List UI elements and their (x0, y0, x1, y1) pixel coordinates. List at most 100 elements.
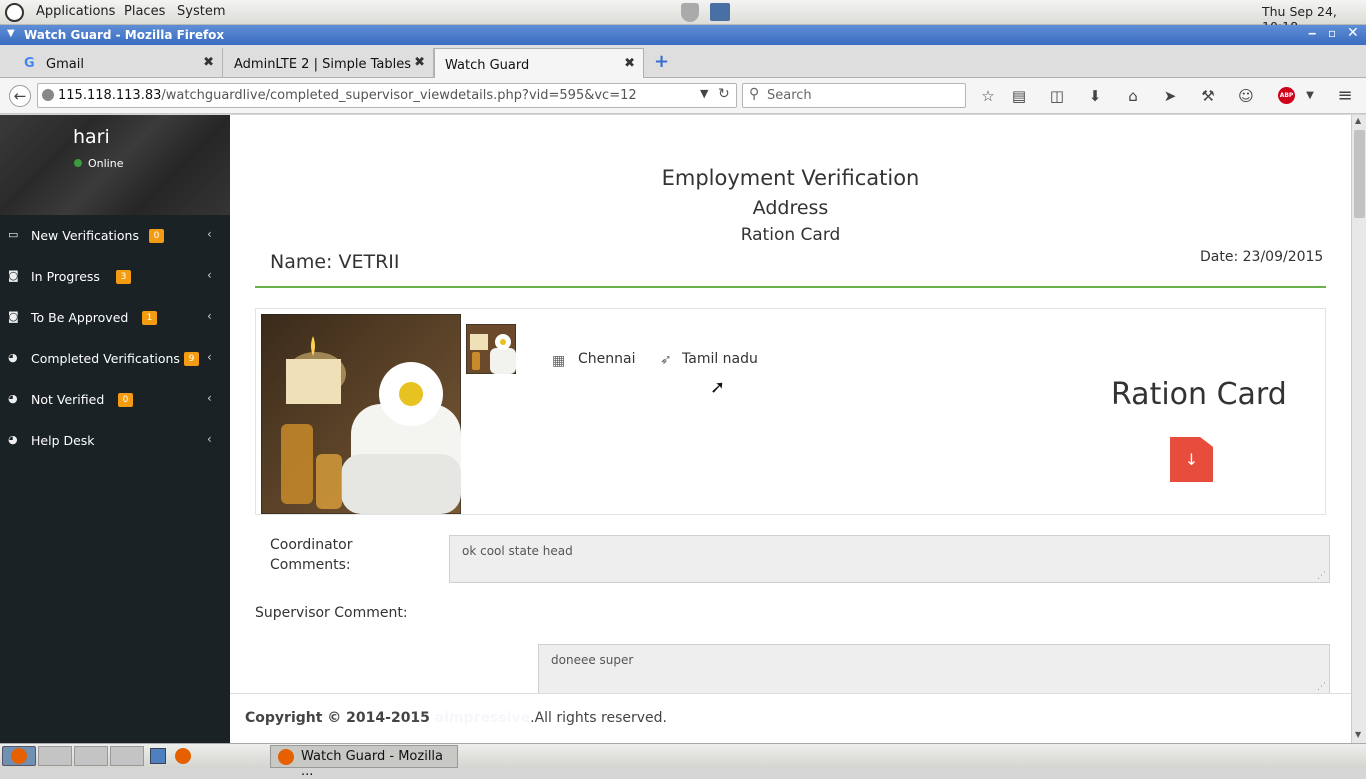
tools-icon[interactable]: ⚒ (1198, 86, 1218, 106)
close-tab-icon[interactable]: ✖ (414, 55, 425, 70)
sidebar-item-new-verifications[interactable]: ▭ New Verifications 0 ‹ (0, 215, 230, 256)
workspace-4[interactable] (110, 746, 144, 766)
firefox-launcher-icon[interactable] (175, 748, 191, 764)
main-photo[interactable] (261, 314, 461, 514)
location-icon: ➶ (660, 352, 672, 368)
scroll-down-icon[interactable]: ▼ (1355, 730, 1361, 739)
main-content: Employment Verification Address Ration C… (230, 115, 1351, 693)
firefox-icon (11, 748, 27, 764)
dropdown-icon[interactable]: ▼ (700, 87, 708, 100)
password-icon[interactable] (710, 3, 730, 21)
applications-menu[interactable]: Applications (36, 4, 115, 19)
pie-chart-icon: ◕ (8, 433, 18, 446)
rights-text: .All rights reserved. (530, 710, 667, 726)
count-badge: 3 (116, 270, 131, 284)
close-window-icon[interactable]: ✕ (1347, 25, 1359, 41)
bookmark-star-icon[interactable]: ☆ (978, 86, 998, 106)
page-scrollbar[interactable]: ▲ ▼ (1351, 115, 1366, 743)
site-info-icon[interactable] (42, 89, 54, 101)
pocket-icon[interactable]: ◫ (1047, 86, 1067, 106)
scroll-thumb[interactable] (1354, 130, 1365, 218)
url-host: 115.118.113.83 (58, 88, 162, 103)
system-menu[interactable]: System (177, 4, 225, 19)
section-divider (255, 286, 1326, 288)
gnome-logo-icon[interactable] (5, 3, 24, 22)
count-badge: 9 (184, 352, 199, 366)
resize-handle-icon[interactable]: ⋰ (1317, 682, 1326, 692)
chevron-left-icon: ‹ (207, 309, 212, 323)
search-icon: ⚲ (749, 86, 760, 102)
camera-icon: ◙ (8, 310, 19, 323)
places-menu[interactable]: Places (124, 4, 165, 19)
url-bar[interactable]: 115.118.113.83/watchguardlive/completed_… (37, 83, 737, 108)
close-tab-icon[interactable]: ✖ (203, 55, 214, 70)
tab-gmail[interactable]: G Gmail ✖ (0, 48, 223, 78)
sidebar-item-to-be-approved[interactable]: ◙ To Be Approved 1 ‹ (0, 297, 230, 338)
sidebar-item-help-desk[interactable]: ◕ Help Desk ‹ (0, 420, 230, 461)
photo-thumbnail[interactable] (466, 324, 516, 374)
scroll-up-icon[interactable]: ▲ (1355, 116, 1361, 125)
back-icon[interactable]: ← (9, 85, 31, 107)
workspace-2[interactable] (38, 746, 72, 766)
user-status: Online (88, 157, 124, 170)
window-menu-icon[interactable]: ▼ (7, 28, 15, 39)
online-status-icon (74, 159, 82, 167)
tab-adminlte[interactable]: AdminLTE 2 | Simple Tables ✖ (224, 48, 434, 78)
search-placeholder: Search (767, 88, 812, 103)
reading-list-icon[interactable]: ▤ (1009, 86, 1029, 106)
search-input[interactable]: ⚲ Search (742, 83, 966, 108)
workspace-3[interactable] (74, 746, 108, 766)
firefox-icon (278, 749, 294, 765)
laptop-icon: ▭ (8, 228, 19, 241)
sidebar-item-not-verified[interactable]: ◕ Not Verified 0 ‹ (0, 379, 230, 420)
taskbar-window-button[interactable]: Watch Guard - Mozilla ... (270, 745, 458, 779)
document-title: Ration Card (1111, 377, 1287, 412)
pie-chart-icon: ◕ (8, 392, 18, 405)
window-titlebar[interactable]: ▼ Watch Guard - Mozilla Firefox ‒ ▫ ✕ (0, 25, 1366, 45)
user-name: hari (73, 126, 110, 148)
adblock-dropdown-icon[interactable]: ▼ (1300, 86, 1320, 106)
taskbar-window-label: Watch Guard - Mozilla ... (301, 749, 444, 779)
sidebar-item-label: Completed Verifications (31, 351, 180, 366)
window-title: Watch Guard - Mozilla Firefox (24, 28, 225, 42)
sidebar-item-in-progress[interactable]: ◙ In Progress 3 ‹ (0, 256, 230, 297)
minimize-icon[interactable]: ‒ (1308, 26, 1316, 40)
building-icon: ▦ (552, 353, 566, 369)
chevron-left-icon: ‹ (207, 432, 212, 446)
home-icon[interactable]: ⌂ (1123, 86, 1143, 106)
chat-icon[interactable]: ☺ (1236, 86, 1256, 106)
tab-bar: G Gmail ✖ AdminLTE 2 | Simple Tables ✖ W… (0, 45, 1366, 78)
navigation-bar: ← 115.118.113.83/watchguardlive/complete… (0, 78, 1366, 114)
close-tab-icon[interactable]: ✖ (624, 56, 635, 71)
user-panel: hari Online (0, 115, 230, 215)
taskbar: Watch Guard - Mozilla ... (0, 743, 1366, 779)
file-manager-icon[interactable] (150, 748, 166, 764)
company-link[interactable]: aimpressive (435, 710, 530, 726)
sidebar-item-label: In Progress (31, 269, 100, 284)
sidebar-item-label: New Verifications (31, 228, 139, 243)
supervisor-comment-field[interactable]: doneee super ⋰ (538, 644, 1330, 693)
reload-icon[interactable]: ↻ (718, 86, 730, 102)
maximize-icon[interactable]: ▫ (1328, 26, 1336, 40)
tab-watch-guard[interactable]: Watch Guard ✖ (434, 48, 644, 78)
report-heading: Employment Verification (661, 166, 920, 190)
resize-handle-icon[interactable]: ⋰ (1317, 571, 1326, 581)
count-badge: 0 (118, 393, 133, 407)
shield-icon[interactable] (681, 3, 699, 22)
page-footer: Copyright © 2014-2015 aimpressive.All ri… (230, 693, 1351, 743)
coordinator-comments-field[interactable]: ok cool state head ⋰ (449, 535, 1330, 583)
adblock-icon[interactable]: ABP (1278, 87, 1295, 104)
gnome-top-panel: Applications Places System Thu Sep 24, 1… (0, 0, 1366, 34)
send-icon[interactable]: ➤ (1160, 86, 1180, 106)
new-tab-icon[interactable]: + (654, 51, 669, 72)
candidate-name: Name: VETRII (270, 251, 400, 273)
city-label: Chennai (578, 351, 636, 367)
supervisor-comment-text: doneee super (551, 653, 634, 667)
download-pdf-icon[interactable]: ↓ (1170, 437, 1213, 482)
download-icon[interactable]: ⬇ (1085, 86, 1105, 106)
tab-label: AdminLTE 2 | Simple Tables (234, 57, 411, 72)
menu-icon[interactable]: ≡ (1335, 86, 1355, 106)
sidebar-item-label: Help Desk (31, 433, 95, 448)
sidebar-item-completed-verifications[interactable]: ◕ Completed Verifications 9 ‹ (0, 338, 230, 379)
mouse-cursor-icon: ➚ (710, 377, 726, 398)
